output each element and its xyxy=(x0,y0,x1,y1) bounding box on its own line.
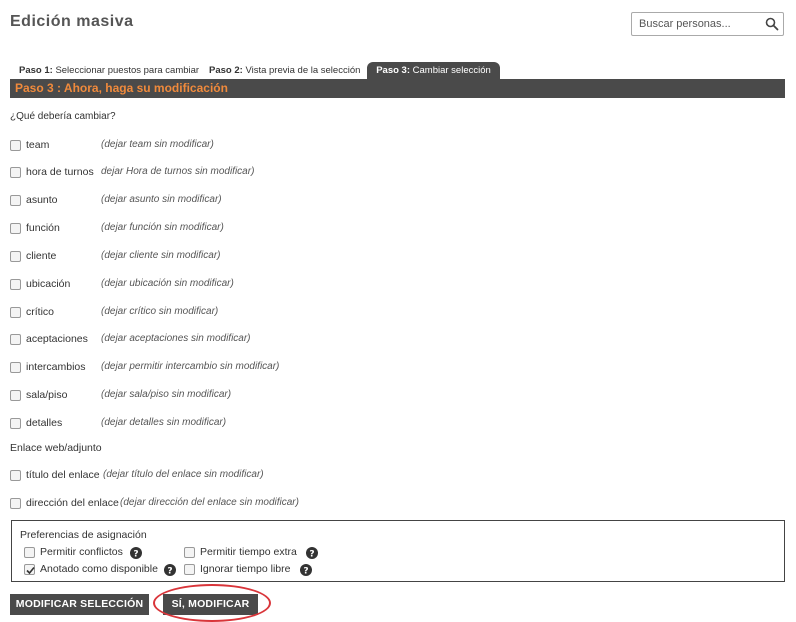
field-checkbox[interactable] xyxy=(10,418,21,429)
svg-text:?: ? xyxy=(167,567,172,577)
pref-label: Ignorar tiempo libre xyxy=(200,563,291,575)
tab-step-number: Paso 1: xyxy=(19,65,53,76)
field-checkbox[interactable] xyxy=(10,195,21,206)
search-icon[interactable] xyxy=(765,17,779,31)
field-hint: (dejar crítico sin modificar) xyxy=(101,306,219,317)
field-hint: (dejar detalles sin modificar) xyxy=(101,417,227,428)
pref-checkbox[interactable] xyxy=(184,547,195,558)
field-checkbox[interactable] xyxy=(10,334,21,345)
link-section-title: Enlace web/adjunto xyxy=(10,442,102,454)
field-label: ubicación xyxy=(26,278,71,290)
field-label: intercambios xyxy=(26,361,86,373)
field-label: título del enlace xyxy=(26,469,100,481)
help-icon[interactable]: ? xyxy=(130,547,142,559)
field-label: detalles xyxy=(26,417,63,429)
highlight-annotation xyxy=(153,584,271,622)
field-hint: dejar Hora de turnos sin modificar) xyxy=(101,166,255,177)
help-icon[interactable]: ? xyxy=(306,547,318,559)
field-checkbox[interactable] xyxy=(10,362,21,373)
field-label: aceptaciones xyxy=(26,333,88,345)
tab-label: Seleccionar puestos para cambiar xyxy=(55,65,200,76)
field-checkbox[interactable] xyxy=(10,498,21,509)
field-checkbox[interactable] xyxy=(10,251,21,262)
field-checkbox[interactable] xyxy=(10,307,21,318)
field-checkbox[interactable] xyxy=(10,167,21,178)
field-label: hora de turnos xyxy=(26,166,94,178)
field-hint: (dejar ubicación sin modificar) xyxy=(101,278,234,289)
field-checkbox[interactable] xyxy=(10,470,21,481)
page-title: Edición masiva xyxy=(10,13,134,30)
help-icon[interactable]: ? xyxy=(164,564,176,576)
preferences-title: Preferencias de asignación xyxy=(20,529,147,541)
field-checkbox[interactable] xyxy=(10,390,21,401)
pref-checkbox[interactable] xyxy=(184,564,195,575)
search-box[interactable] xyxy=(631,12,784,36)
field-hint: (dejar cliente sin modificar) xyxy=(101,250,221,261)
field-label: asunto xyxy=(26,194,58,206)
field-hint: (dejar sala/piso sin modificar) xyxy=(101,389,232,400)
field-hint: (dejar título del enlace sin modificar) xyxy=(103,469,264,480)
search-input[interactable] xyxy=(632,13,760,35)
modify-selection-button[interactable]: MODIFICAR SELECCIÓN xyxy=(10,594,149,615)
field-hint: (dejar dirección del enlace sin modifica… xyxy=(120,497,299,508)
field-hint: (dejar asunto sin modificar) xyxy=(101,194,222,205)
field-hint: (dejar aceptaciones sin modificar) xyxy=(101,333,251,344)
pref-checkbox-checked[interactable] xyxy=(24,564,35,575)
field-checkbox[interactable] xyxy=(10,223,21,234)
checkmark-icon xyxy=(26,566,35,575)
field-hint: (dejar función sin modificar) xyxy=(101,222,224,233)
step-header: Paso 3 : Ahora, haga su modificación xyxy=(10,79,785,98)
field-label: función xyxy=(26,222,60,234)
assignment-preferences: Preferencias de asignación Permitir conf… xyxy=(11,520,785,582)
help-icon[interactable]: ? xyxy=(300,564,312,576)
field-label: dirección del enlace xyxy=(26,497,119,509)
field-label: crítico xyxy=(26,306,55,318)
pref-label: Anotado como disponible xyxy=(40,563,158,575)
svg-text:?: ? xyxy=(303,567,308,577)
svg-text:?: ? xyxy=(133,550,138,560)
field-checkbox[interactable] xyxy=(10,140,21,151)
tab-step-3[interactable]: Paso 3: Cambiar selección xyxy=(367,62,500,79)
tab-label: Vista previa de la selección xyxy=(245,65,361,76)
svg-text:?: ? xyxy=(309,550,314,560)
question-label: ¿Qué debería cambiar? xyxy=(10,111,116,122)
tab-step-1[interactable]: Paso 1: Seleccionar puestos para cambiar xyxy=(19,62,199,79)
tab-step-number: Paso 3: xyxy=(376,65,410,76)
field-hint: (dejar permitir intercambio sin modifica… xyxy=(101,361,280,372)
tab-step-number: Paso 2: xyxy=(209,65,243,76)
field-label: cliente xyxy=(26,250,57,262)
pref-checkbox[interactable] xyxy=(24,547,35,558)
tab-label: Cambiar selección xyxy=(412,65,491,76)
field-label: team xyxy=(26,139,50,151)
field-hint: (dejar team sin modificar) xyxy=(101,139,214,150)
field-label: sala/piso xyxy=(26,389,68,401)
field-checkbox[interactable] xyxy=(10,279,21,290)
pref-label: Permitir tiempo extra xyxy=(200,546,297,558)
pref-label: Permitir conflictos xyxy=(40,546,123,558)
tab-step-2[interactable]: Paso 2: Vista previa de la selección xyxy=(209,62,361,79)
